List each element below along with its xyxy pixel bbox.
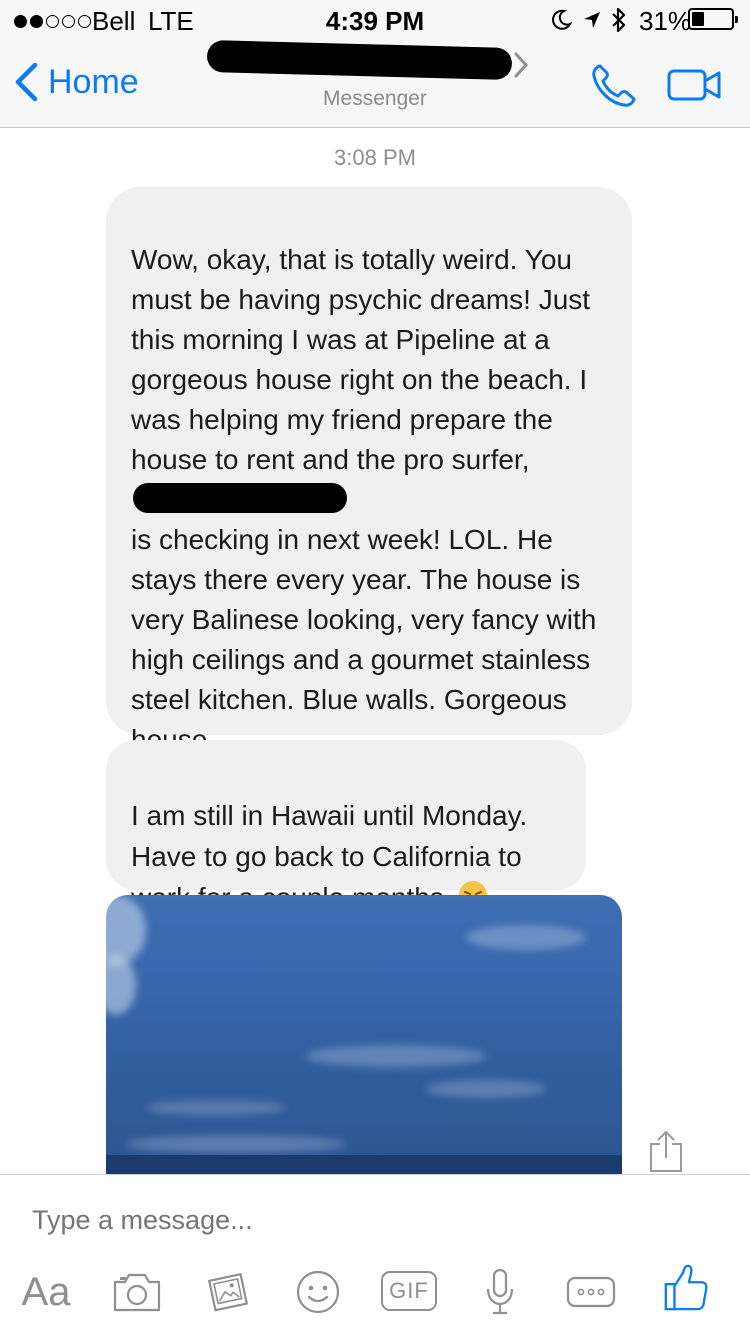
ocean-sky-photo[interactable]	[106, 895, 622, 1175]
emoji-icon[interactable]	[295, 1267, 341, 1317]
message-composer: Aa GIF	[0, 1174, 750, 1334]
redacted-name	[133, 483, 347, 513]
bluetooth-icon	[612, 7, 626, 33]
message-text-continued: is checking in next week! LOL. He stays …	[131, 524, 597, 755]
status-bar: Bell LTE 4:39 PM 31%	[0, 0, 750, 40]
do-not-disturb-icon	[552, 9, 572, 30]
gif-button[interactable]: GIF	[381, 1271, 437, 1311]
photo-gallery-icon[interactable]	[206, 1267, 252, 1317]
microphone-icon[interactable]	[483, 1267, 517, 1317]
phone-call-icon[interactable]	[588, 62, 638, 110]
camera-icon[interactable]	[112, 1267, 162, 1317]
message-bubble[interactable]: Wow, okay, that is totally weird. You mu…	[106, 187, 632, 755]
battery-percent: 31%	[639, 6, 692, 36]
like-thumbs-up-icon[interactable]	[662, 1263, 710, 1313]
message-timestamp: 3:08 PM	[334, 145, 416, 170]
video-call-icon[interactable]	[667, 68, 723, 102]
more-options-icon[interactable]	[566, 1267, 616, 1317]
location-icon	[584, 12, 600, 28]
message-bubble[interactable]: I am still in Hawaii until Monday. Have …	[106, 740, 586, 913]
battery-icon	[688, 8, 738, 30]
status-time: 4:39 PM	[325, 6, 425, 36]
share-icon[interactable]	[648, 1130, 684, 1174]
message-text: Wow, okay, that is totally weird. You mu…	[131, 244, 591, 475]
chevron-right-icon[interactable]	[512, 50, 530, 80]
text-format-button[interactable]: Aa	[20, 1267, 72, 1317]
message-input[interactable]	[32, 1205, 432, 1236]
